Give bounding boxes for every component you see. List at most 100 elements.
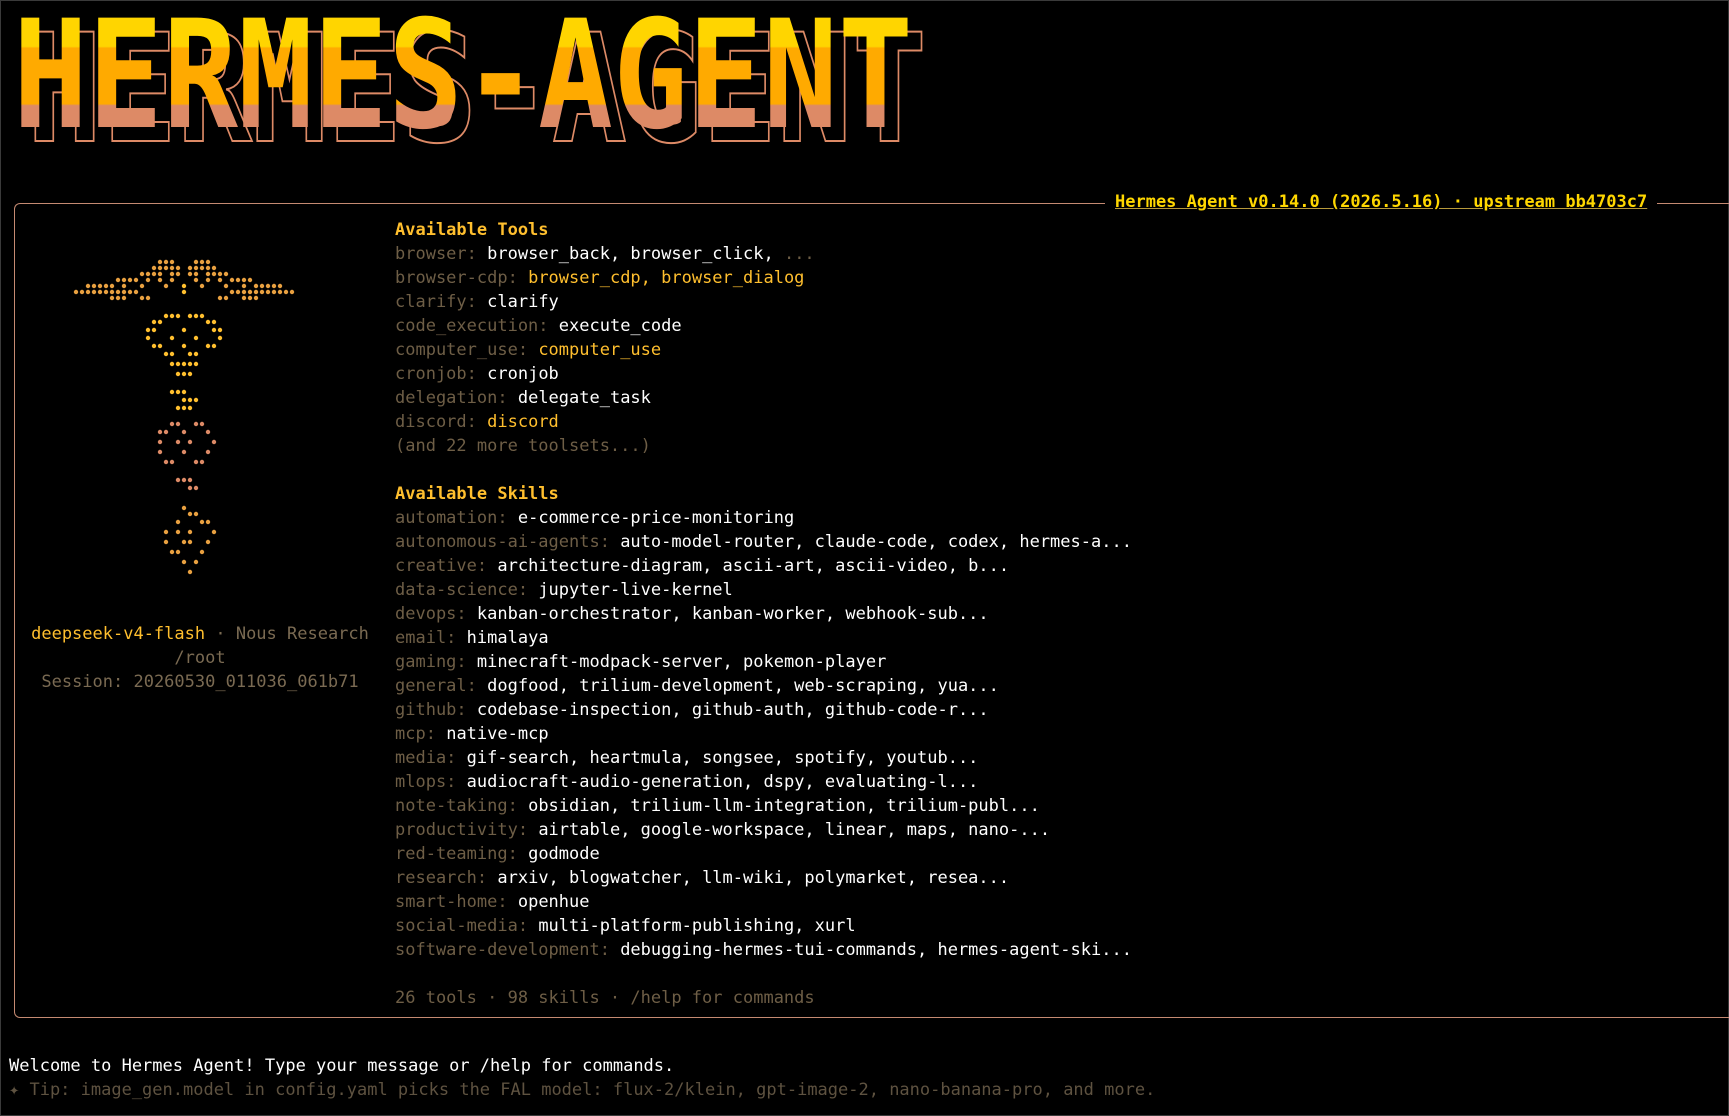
skill-row-value: himalaya — [466, 628, 549, 648]
tool-row-value: clarify — [487, 292, 559, 312]
skill-row: devops: kanban-orchestrator, kanban-work… — [395, 602, 1132, 626]
skill-row: github: codebase-inspection, github-auth… — [395, 698, 1132, 722]
skill-row-value: auto-model-router, claude-code, codex, h… — [620, 532, 1132, 552]
skill-row-value: obsidian, trilium-llm-integration, trili… — [528, 796, 1040, 816]
skill-row-category: github: — [395, 700, 467, 720]
tool-row-value: browser_back, browser_click, — [487, 244, 774, 264]
skill-row: mlops: audiocraft-audio-generation, dspy… — [395, 770, 1132, 794]
skill-row-value: godmode — [528, 844, 600, 864]
tool-row-value: execute_code — [558, 316, 682, 336]
tool-row: cronjob: cronjob — [395, 362, 1132, 386]
skill-row: productivity: airtable, google-workspace… — [395, 818, 1132, 842]
skill-row-value: e-commerce-price-monitoring — [517, 508, 795, 528]
tool-row-value: computer_use — [538, 340, 662, 360]
tool-row: browser-cdp: browser_cdp, browser_dialog — [395, 266, 1132, 290]
skill-row-value: multi-platform-publishing, xurl — [538, 916, 856, 936]
skill-row-value: audiocraft-audio-generation, dspy, evalu… — [466, 772, 979, 792]
skill-row-value: airtable, google-workspace, linear, maps… — [538, 820, 1051, 840]
tool-row-value: delegate_task — [517, 388, 651, 408]
skill-row-value: native-mcp — [446, 724, 549, 744]
tool-row-ellipsis: ... — [773, 244, 815, 264]
skill-row-category: research: — [395, 868, 488, 888]
tool-row: code_execution: execute_code — [395, 314, 1132, 338]
skill-row-category: devops: — [395, 604, 467, 624]
tool-row-value: cronjob — [487, 364, 559, 384]
skill-row: media: gif-search, heartmula, songsee, s… — [395, 746, 1132, 770]
tool-row-category: discord: — [395, 412, 477, 432]
skill-row: email: himalaya — [395, 626, 1132, 650]
welcome-message: Welcome to Hermes Agent! Type your messa… — [9, 1056, 675, 1076]
skill-row: creative: architecture-diagram, ascii-ar… — [395, 554, 1132, 578]
banner-logo: HERMES-AGENT HERMES-AGENT — [13, 15, 928, 165]
caduceus-icon — [73, 259, 295, 575]
tool-row: clarify: clarify — [395, 290, 1132, 314]
skill-row-category: email: — [395, 628, 457, 648]
skill-row-category: smart-home: — [395, 892, 508, 912]
skill-row-category: productivity: — [395, 820, 529, 840]
tool-row: browser: browser_back, browser_click, ..… — [395, 242, 1132, 266]
tip-line: ✦ Tip: image_gen.model in config.yaml pi… — [9, 1080, 1156, 1100]
tool-row-category: code_execution: — [395, 316, 549, 336]
terminal-window: HERMES-AGENT HERMES-AGENT Hermes Agent v… — [0, 0, 1729, 1116]
tool-row-category: delegation: — [395, 388, 508, 408]
skill-row-value: minecraft-modpack-server, pokemon-player — [476, 652, 887, 672]
skill-row-category: autonomous-ai-agents: — [395, 532, 610, 552]
tool-row-category: clarify: — [395, 292, 477, 312]
staff — [145, 283, 223, 411]
session-id: Session: 20260530_011036_061b71 — [41, 672, 359, 692]
version-title: Hermes Agent v0.14.0 (2026.5.16) · upstr… — [1105, 192, 1658, 212]
skill-row: software-development: debugging-hermes-t… — [395, 938, 1132, 962]
skill-row: social-media: multi-platform-publishing,… — [395, 914, 1132, 938]
skill-row-value: architecture-diagram, ascii-art, ascii-v… — [497, 556, 1010, 576]
skill-row-category: mcp: — [395, 724, 436, 744]
banner-text: HERMES-AGENT — [13, 15, 913, 163]
skill-row-value: gif-search, heartmula, songsee, spotify,… — [466, 748, 979, 768]
skill-row-value: jupyter-live-kernel — [538, 580, 733, 600]
tool-row: delegation: delegate_task — [395, 386, 1132, 410]
skill-row-category: software-development: — [395, 940, 610, 960]
tool-row-value: discord — [487, 412, 559, 432]
skill-row-value: debugging-hermes-tui-commands, hermes-ag… — [620, 940, 1132, 960]
tool-row-category: browser: — [395, 244, 477, 264]
skill-row: gaming: minecraft-modpack-server, pokemo… — [395, 650, 1132, 674]
stats-line: 26 tools · 98 skills · /help for command… — [395, 988, 815, 1008]
tail — [163, 505, 217, 575]
skill-row: data-science: jupyter-live-kernel — [395, 578, 1132, 602]
lower-coil — [157, 421, 217, 491]
tool-row-category: browser-cdp: — [395, 268, 518, 288]
skill-row-value: dogfood, trilium-development, web-scrapi… — [487, 676, 999, 696]
tool-row: discord: discord — [395, 410, 1132, 434]
capabilities-list: Available Tools browser: browser_back, b… — [395, 218, 1132, 1010]
tools-heading: Available Tools — [395, 220, 549, 240]
tool-row-category: cronjob: — [395, 364, 477, 384]
skill-row-category: social-media: — [395, 916, 529, 936]
model-name: deepseek-v4-flash — [31, 624, 206, 644]
skill-row: research: arxiv, blogwatcher, llm-wiki, … — [395, 866, 1132, 890]
tools-more: (and 22 more toolsets...) — [395, 436, 651, 456]
skill-row-value: codebase-inspection, github-auth, github… — [476, 700, 989, 720]
working-directory: /root — [174, 648, 226, 668]
info-panel: Hermes Agent v0.14.0 (2026.5.16) · upstr… — [14, 192, 1729, 1018]
model-separator: · — [205, 624, 236, 644]
agent-summary: deepseek-v4-flash · Nous Research /root … — [15, 204, 385, 1017]
skill-row-category: creative: — [395, 556, 488, 576]
tool-row: computer_use: computer_use — [395, 338, 1132, 362]
skill-row: smart-home: openhue — [395, 890, 1132, 914]
skill-row-category: note-taking: — [395, 796, 518, 816]
skill-row-category: automation: — [395, 508, 508, 528]
skill-row: autonomous-ai-agents: auto-model-router,… — [395, 530, 1132, 554]
skill-row: note-taking: obsidian, trilium-llm-integ… — [395, 794, 1132, 818]
skill-row: general: dogfood, trilium-development, w… — [395, 674, 1132, 698]
tool-row-value: browser_cdp, browser_dialog — [528, 268, 805, 288]
model-line: deepseek-v4-flash · Nous Research — [15, 624, 385, 644]
skill-row-category: general: — [395, 676, 477, 696]
provider-name: Nous Research — [235, 624, 369, 644]
skill-row-category: mlops: — [395, 772, 457, 792]
skill-row-category: gaming: — [395, 652, 467, 672]
skill-row-value: arxiv, blogwatcher, llm-wiki, polymarket… — [497, 868, 1010, 888]
skill-row-category: red-teaming: — [395, 844, 518, 864]
skill-row-category: data-science: — [395, 580, 529, 600]
skill-row: mcp: native-mcp — [395, 722, 1132, 746]
skill-row: automation: e-commerce-price-monitoring — [395, 506, 1132, 530]
skills-heading: Available Skills — [395, 484, 559, 504]
